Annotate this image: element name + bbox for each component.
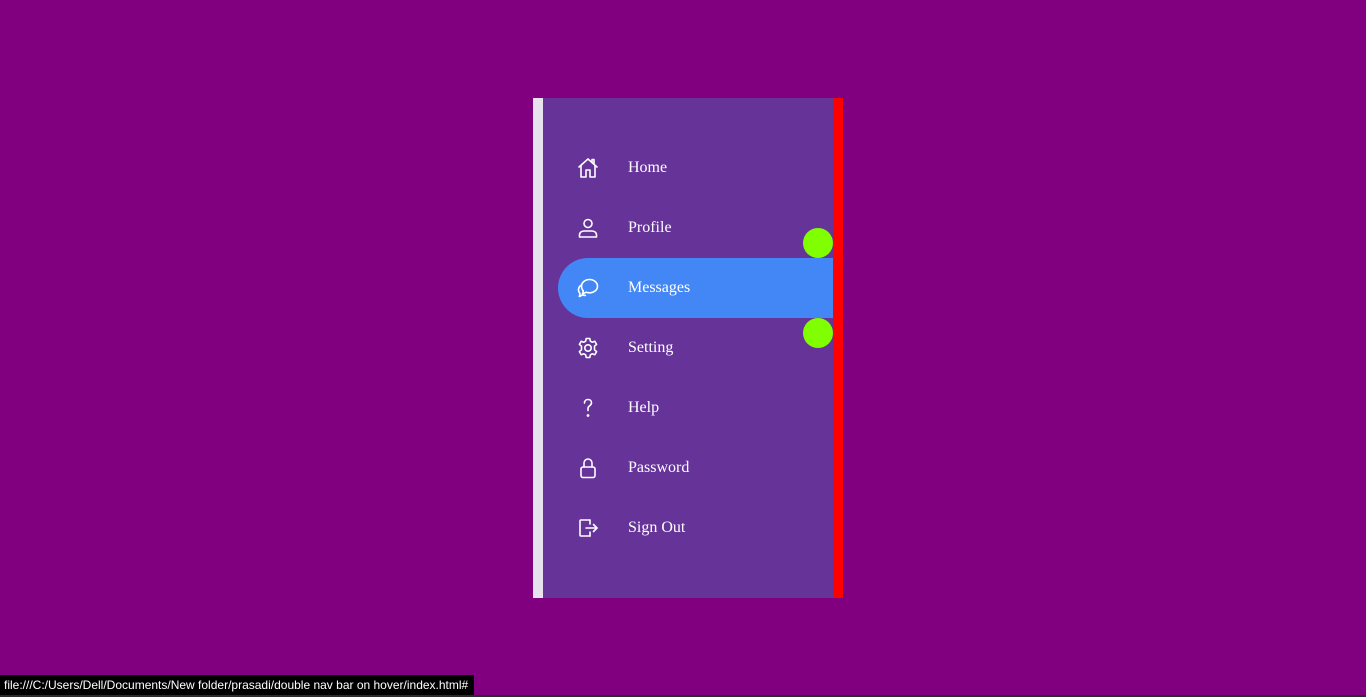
nav-item-help[interactable]: Help bbox=[558, 378, 843, 438]
nav-label-home: Home bbox=[628, 159, 668, 176]
chat-icon bbox=[558, 258, 618, 318]
nav-label-help: Help bbox=[628, 399, 660, 416]
nav-item-password[interactable]: Password bbox=[558, 438, 843, 498]
navigation-sidebar: Home Profile Messages Setting Help Passw… bbox=[533, 98, 843, 598]
nav-list: Home Profile Messages Setting Help Passw… bbox=[558, 138, 843, 558]
nav-item-home[interactable]: Home bbox=[558, 138, 843, 198]
nav-item-setting[interactable]: Setting bbox=[558, 318, 843, 378]
question-icon bbox=[558, 378, 618, 438]
nav-item-profile[interactable]: Profile bbox=[558, 198, 843, 258]
lock-icon bbox=[558, 438, 618, 498]
home-icon bbox=[558, 138, 618, 198]
page: Home Profile Messages Setting Help Passw… bbox=[0, 0, 1366, 697]
sign-out-icon bbox=[558, 498, 618, 558]
nav-label-profile: Profile bbox=[628, 219, 672, 236]
user-icon bbox=[558, 198, 618, 258]
gear-icon bbox=[558, 318, 618, 378]
nav-label-messages: Messages bbox=[628, 279, 691, 296]
sidebar-panel: Home Profile Messages Setting Help Passw… bbox=[543, 98, 843, 598]
nav-label-sign-out: Sign Out bbox=[628, 519, 686, 536]
nav-item-messages[interactable]: Messages bbox=[558, 258, 843, 318]
active-indicator-dot-bottom bbox=[803, 318, 833, 348]
sidebar-right-border bbox=[833, 98, 843, 598]
nav-item-sign-out[interactable]: Sign Out bbox=[558, 498, 843, 558]
nav-label-password: Password bbox=[628, 459, 690, 476]
nav-label-setting: Setting bbox=[628, 339, 674, 356]
browser-status-bar: file:///C:/Users/Dell/Documents/New fold… bbox=[0, 675, 475, 695]
active-indicator-dot-top bbox=[803, 228, 833, 258]
sidebar-left-border bbox=[533, 98, 543, 598]
